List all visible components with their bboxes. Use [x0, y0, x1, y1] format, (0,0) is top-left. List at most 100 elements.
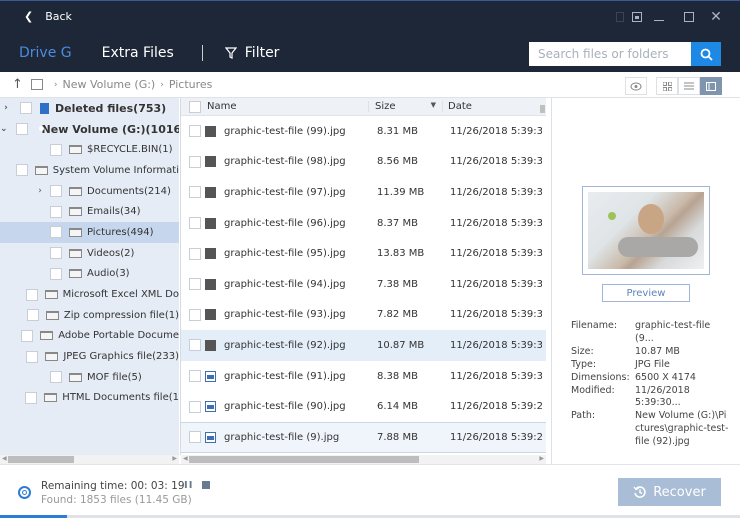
menu-icon[interactable]: [632, 12, 642, 22]
list-view-button[interactable]: [678, 77, 700, 95]
checkbox[interactable]: [26, 309, 39, 322]
checkbox[interactable]: [189, 247, 201, 260]
preview-toggle-button[interactable]: [625, 77, 647, 95]
checkbox[interactable]: [21, 329, 34, 342]
file-row[interactable]: graphic-test-file (92).jpg 10.87 MB 11/26/…: [181, 330, 546, 361]
scroll-right-icon[interactable]: ▶: [539, 455, 544, 462]
tree-item-system-volume[interactable]: System Volume Informati: [0, 160, 179, 181]
search-button[interactable]: [691, 42, 721, 66]
column-name[interactable]: Name: [181, 100, 368, 113]
tree-item-mof[interactable]: MOF file(5): [0, 367, 179, 388]
tree-item-emails[interactable]: Emails(34): [0, 201, 179, 222]
scroll-left-icon[interactable]: ◀: [2, 455, 7, 462]
scrollbar-thumb[interactable]: [189, 456, 419, 463]
checkbox[interactable]: [189, 339, 201, 352]
file-size: 8.56 MB: [377, 156, 418, 168]
checkbox[interactable]: [189, 155, 201, 168]
file-row[interactable]: graphic-test-file (98).jpg 8.56 MB 11/26/2…: [181, 147, 546, 178]
column-date[interactable]: Date: [442, 101, 472, 112]
file-row[interactable]: graphic-test-file (9).jpg 7.88 MB 11/26/20…: [181, 421, 546, 453]
chevron-left-icon: ❮: [24, 10, 34, 23]
checkbox[interactable]: [20, 102, 32, 115]
grid-view-button[interactable]: [656, 77, 678, 95]
checkbox[interactable]: [189, 370, 201, 383]
checkbox[interactable]: [25, 391, 38, 404]
checkbox[interactable]: [26, 350, 39, 363]
checkbox[interactable]: [15, 123, 28, 136]
tree-item-documents[interactable]: › Documents(214): [0, 181, 179, 202]
checkbox[interactable]: [189, 308, 201, 321]
tree-item-label: New Volume (G:)(1016): [41, 122, 179, 136]
file-row[interactable]: graphic-test-file (91).jpg 8.38 MB 11/26/2…: [181, 361, 546, 392]
filter-button[interactable]: Filter: [224, 45, 279, 61]
checkbox[interactable]: [50, 143, 62, 156]
breadcrumb-item-pictures[interactable]: Pictures: [169, 78, 213, 91]
tree-item-excel-xml[interactable]: Microsoft Excel XML Do: [0, 284, 179, 305]
column-size[interactable]: Size ▼: [368, 101, 442, 112]
maximize-button[interactable]: [684, 12, 694, 22]
select-all-checkbox[interactable]: [189, 100, 201, 113]
tab-drive-g[interactable]: Drive G: [19, 45, 72, 82]
tree-item-jpeg[interactable]: JPEG Graphics file(233): [0, 346, 179, 367]
checkbox[interactable]: [50, 371, 62, 384]
checkbox[interactable]: [189, 186, 201, 199]
checkbox[interactable]: [50, 205, 62, 218]
tree-item-new-volume[interactable]: ⌄ New Volume (G:)(1016): [0, 119, 179, 140]
file-row[interactable]: graphic-test-file (90).jpg 6.14 MB 11/26/2…: [181, 391, 546, 422]
checkbox[interactable]: [189, 400, 201, 413]
file-date: 11/26/2018 5:39:33.: [450, 125, 542, 137]
search-input[interactable]: [529, 42, 691, 66]
checkbox[interactable]: [25, 288, 38, 301]
tree-item-deleted-files[interactable]: › Deleted files(753): [0, 98, 179, 119]
file-row[interactable]: graphic-test-file (99).jpg 8.31 MB 11/26/2…: [181, 116, 546, 147]
tree-item-zip[interactable]: Zip compression file(1): [0, 305, 179, 326]
checkbox[interactable]: [50, 267, 62, 280]
checkbox[interactable]: [50, 247, 62, 260]
file-row[interactable]: graphic-test-file (96).jpg 8.37 MB 11/26/2…: [181, 208, 546, 239]
checkbox[interactable]: [50, 185, 62, 198]
scrollbar-thumb[interactable]: [540, 105, 545, 113]
checkbox[interactable]: [189, 125, 201, 138]
file-row[interactable]: graphic-test-file (95).jpg 13.83 MB 11/26/…: [181, 238, 546, 269]
scrollbar-thumb[interactable]: [8, 456, 74, 463]
scroll-right-icon[interactable]: ▶: [172, 455, 177, 462]
tree-item-label: Audio(3): [87, 268, 130, 280]
tree-item-label: MOF file(5): [87, 371, 142, 383]
tree-item-recycle-bin[interactable]: $RECYCLE.BIN(1): [0, 139, 179, 160]
breadcrumb-item-volume[interactable]: New Volume (G:): [63, 78, 156, 91]
chevron-right-icon[interactable]: ›: [0, 103, 12, 113]
file-name-cell: graphic-test-file (98).jpg: [181, 155, 368, 168]
file-list-vertical-scrollbar[interactable]: [540, 98, 546, 455]
checkbox[interactable]: [50, 226, 62, 239]
file-name-cell: graphic-test-file (92).jpg: [181, 339, 368, 352]
file-list-header: Name Size ▼ Date: [181, 98, 546, 116]
feedback-icon[interactable]: [616, 12, 624, 22]
sidebar-horizontal-scrollbar[interactable]: ◀ ▶: [0, 455, 179, 464]
minimize-button[interactable]: [654, 19, 664, 21]
chevron-down-icon[interactable]: ⌄: [0, 124, 8, 134]
tree-item-pictures[interactable]: Pictures(494): [0, 222, 179, 243]
tree-item-videos[interactable]: Videos(2): [0, 243, 179, 264]
file-row[interactable]: graphic-test-file (93).jpg 7.82 MB 11/26/2…: [181, 300, 546, 331]
preview-button[interactable]: Preview: [602, 284, 690, 302]
close-button[interactable]: ✕: [704, 9, 728, 25]
file-list-horizontal-scrollbar[interactable]: ◀ ▶: [181, 455, 546, 464]
file-row[interactable]: graphic-test-file (94).jpg 7.38 MB 11/26/2…: [181, 269, 546, 300]
tree-item-adobe-pdf[interactable]: Adobe Portable Docume: [0, 326, 179, 347]
detail-view-button[interactable]: [700, 77, 722, 95]
pause-button[interactable]: II: [184, 480, 193, 491]
checkbox[interactable]: [15, 164, 28, 177]
tree-item-audio[interactable]: Audio(3): [0, 264, 179, 285]
file-row[interactable]: graphic-test-file (97).jpg 11.39 MB 11/26/…: [181, 177, 546, 208]
tree-item-html[interactable]: HTML Documents file(1: [0, 388, 179, 409]
checkbox[interactable]: [189, 431, 201, 444]
stop-button[interactable]: [202, 481, 210, 489]
up-arrow-icon[interactable]: ↑: [12, 77, 23, 92]
tab-extra-files[interactable]: Extra Files: [102, 45, 174, 61]
chevron-right-icon[interactable]: ›: [34, 186, 46, 196]
scroll-left-icon[interactable]: ◀: [183, 455, 188, 462]
checkbox[interactable]: [189, 217, 201, 230]
back-button[interactable]: ❮ Back: [24, 10, 72, 23]
checkbox[interactable]: [189, 278, 201, 291]
recover-button[interactable]: Recover: [618, 478, 721, 506]
